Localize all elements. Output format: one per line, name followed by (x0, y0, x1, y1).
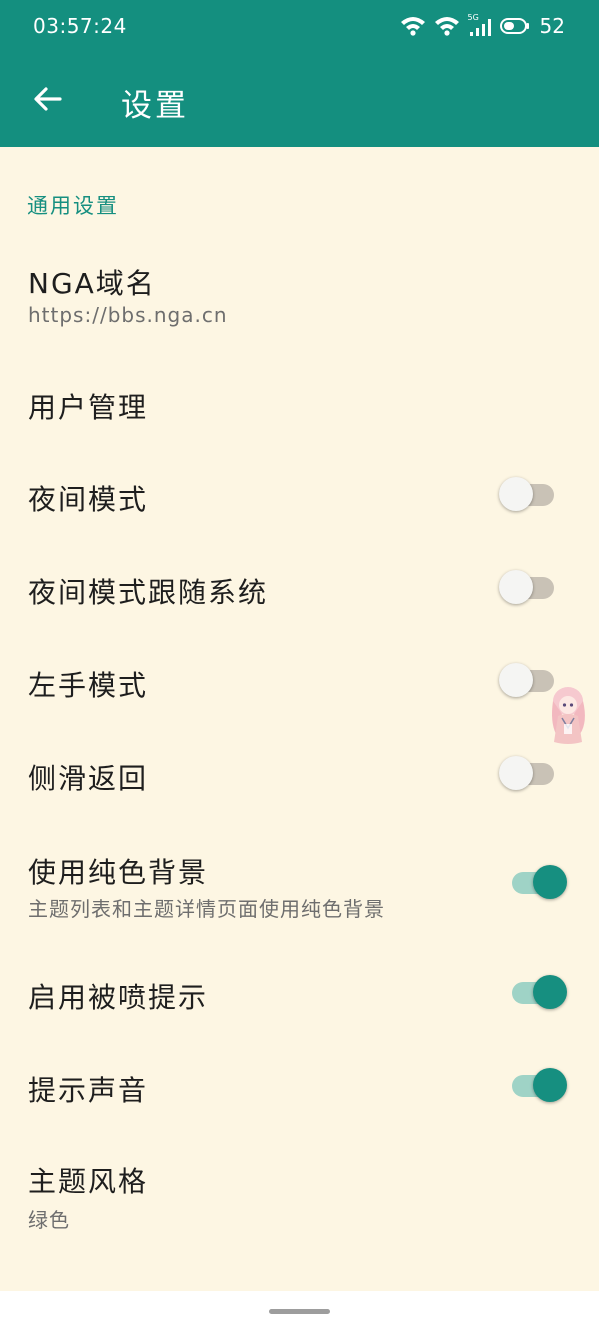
setting-title: 使用纯色背景 (28, 856, 209, 889)
setting-user-management[interactable]: 用户管理 (0, 360, 599, 448)
app-bar: 03:57:24 5G 52 设置 (0, 0, 599, 147)
setting-theme-style[interactable]: 主题风格 绿色 (0, 1150, 599, 1246)
setting-swipe-back[interactable]: 侧滑返回 (0, 731, 599, 819)
wifi-icon (400, 15, 426, 37)
switch-knob (533, 975, 567, 1009)
setting-title: 提示声音 (28, 1074, 149, 1107)
swipe-back-switch[interactable] (499, 752, 569, 796)
section-header-general: 通用设置 (27, 194, 119, 218)
setting-night-mode-follow-system[interactable]: 夜间模式跟随系统 (0, 545, 599, 633)
battery-icon (499, 17, 530, 35)
switch-knob (499, 570, 533, 604)
setting-subtitle: https://bbs.nga.cn (28, 303, 228, 327)
back-button[interactable] (26, 80, 68, 122)
arrow-left-icon (32, 86, 62, 116)
setting-subtitle: 主题列表和主题详情页面使用纯色背景 (28, 897, 385, 921)
setting-night-mode[interactable]: 夜间模式 (0, 452, 599, 540)
setting-title: 夜间模式 (28, 483, 149, 516)
night-mode-switch[interactable] (499, 473, 569, 517)
switch-knob (499, 477, 533, 511)
setting-title: 启用被喷提示 (28, 981, 209, 1014)
home-indicator[interactable] (269, 1309, 330, 1314)
switch-knob (499, 663, 533, 697)
setting-title: 用户管理 (28, 391, 149, 424)
setting-title: 夜间模式跟随系统 (28, 576, 269, 609)
setting-title: 侧滑返回 (28, 762, 149, 795)
setting-left-hand-mode[interactable]: 左手模式 (0, 638, 599, 726)
floating-mascot-icon[interactable] (544, 684, 592, 746)
setting-title: 主题风格 (28, 1165, 149, 1198)
setting-solid-background[interactable]: 使用纯色背景 主题列表和主题详情页面使用纯色背景 (0, 835, 599, 935)
tip-sound-switch[interactable] (499, 1064, 569, 1108)
setting-sprayed-tip[interactable]: 启用被喷提示 (0, 950, 599, 1038)
cellular-signal-icon: 5G (468, 13, 492, 37)
sprayed-tip-switch[interactable] (499, 971, 569, 1015)
setting-title: 左手模式 (28, 669, 149, 702)
setting-tip-sound[interactable]: 提示声音 (0, 1043, 599, 1131)
status-icons: 5G 52 (400, 12, 565, 40)
wifi-icon-secondary (434, 15, 460, 37)
setting-title: NGA域名 (28, 267, 156, 300)
setting-subtitle: 绿色 (28, 1208, 70, 1232)
setting-nga-domain[interactable]: NGA域名 https://bbs.nga.cn (0, 248, 599, 344)
status-time: 03:57:24 (33, 14, 127, 38)
battery-level: 52 (539, 14, 565, 38)
night-mode-follow-system-switch[interactable] (499, 566, 569, 610)
solid-background-switch[interactable] (499, 861, 569, 905)
switch-knob (533, 1068, 567, 1102)
page-title: 设置 (121, 88, 189, 124)
switch-knob (533, 865, 567, 899)
switch-knob (499, 756, 533, 790)
